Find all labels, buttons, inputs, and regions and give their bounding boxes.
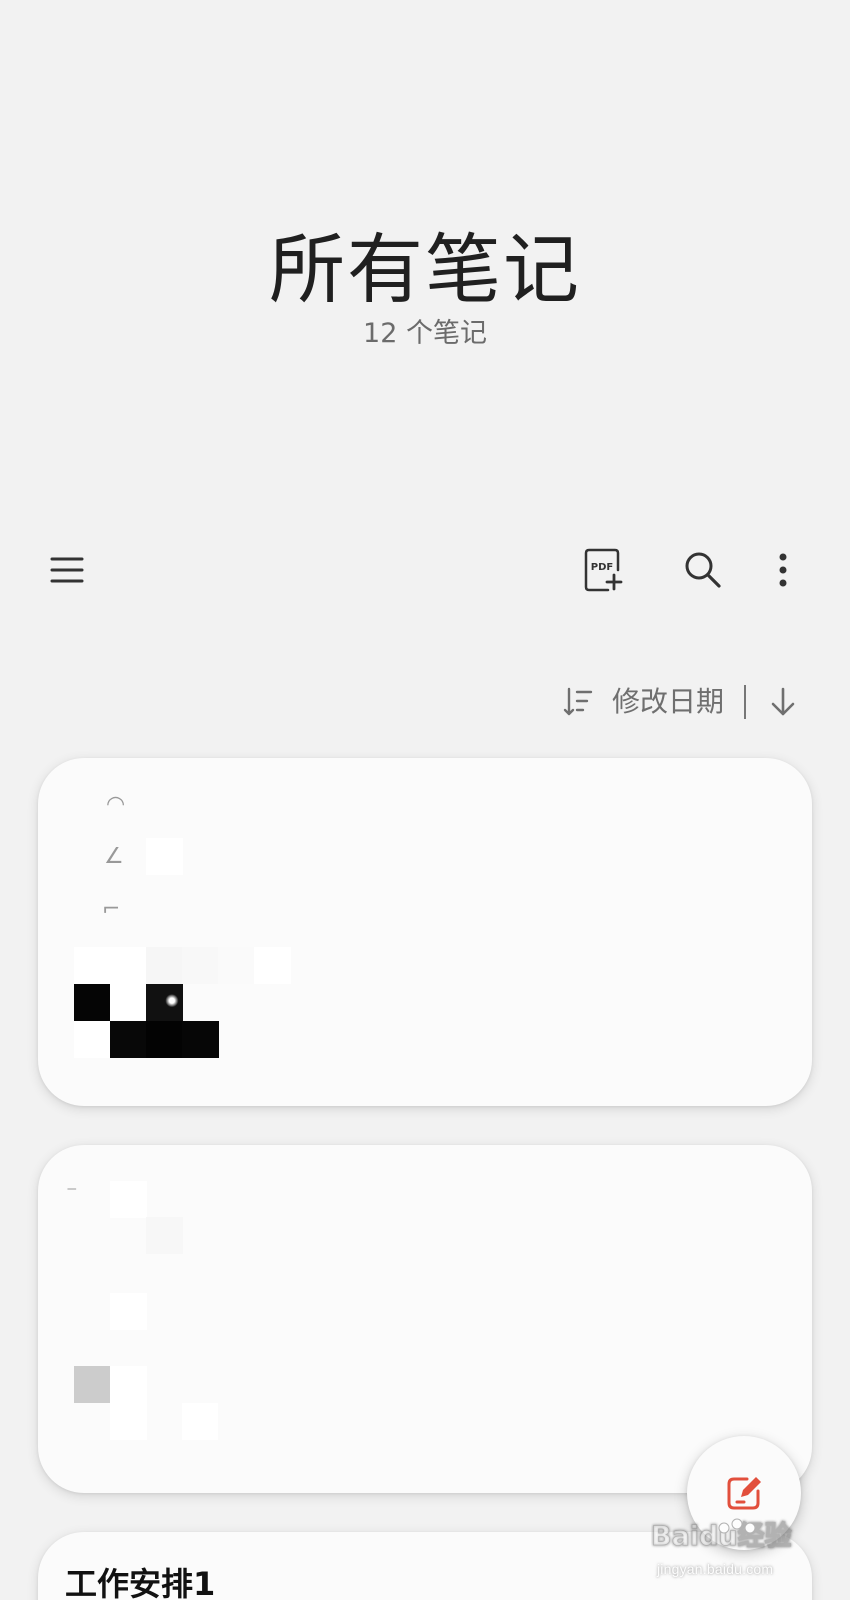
pixel-block <box>74 1366 111 1403</box>
pixel-block <box>146 1217 183 1254</box>
pixel-block <box>110 1021 147 1058</box>
sort-divider <box>744 685 746 719</box>
more-options-button[interactable] <box>754 541 812 599</box>
top-toolbar: PDF <box>0 535 850 605</box>
pixel-block <box>110 1181 147 1218</box>
page-title: 所有笔记 <box>269 225 581 314</box>
search-button[interactable] <box>674 541 732 599</box>
watermark-url: jingyan.baidu.com <box>657 1561 774 1577</box>
faint-mark: ⌐ <box>102 897 121 922</box>
pixel-block <box>218 1403 255 1440</box>
pixel-block <box>74 984 111 1021</box>
faint-mark: ⁻ <box>66 1181 78 1206</box>
pixel-block <box>218 947 255 984</box>
redacted-note-content: ⁻ <box>66 1181 314 1471</box>
pixel-block <box>254 947 291 984</box>
pixel-block <box>110 1403 147 1440</box>
note-title: 工作安排1 <box>65 1565 216 1600</box>
sort-bar: 修改日期 <box>560 680 800 724</box>
pixel-block <box>146 838 183 875</box>
note-count: 12 个笔记 <box>363 317 487 349</box>
pixel-block <box>110 1293 147 1330</box>
faint-mark: ∠ <box>104 844 124 869</box>
faint-mark: ◠ <box>106 792 126 817</box>
pixel-block <box>182 947 219 984</box>
pixel-block <box>182 1021 219 1058</box>
note-card-2[interactable]: ⁻ <box>38 1145 812 1493</box>
more-vertical-icon <box>779 553 787 587</box>
sort-field-label[interactable]: 修改日期 <box>612 688 724 716</box>
page-header: 所有笔记 12 个笔记 <box>0 230 850 350</box>
pixel-block <box>110 1366 147 1403</box>
pixel-block <box>74 947 111 984</box>
menu-button[interactable] <box>38 541 96 599</box>
pixel-block <box>146 947 183 984</box>
pixel-block <box>110 947 147 984</box>
pixel-block <box>146 984 183 1021</box>
sort-icon[interactable] <box>560 684 596 720</box>
pixel-block <box>74 1021 111 1058</box>
pdf-icon-label: PDF <box>591 562 613 573</box>
baidu-jingyan-logo: Baidu经验 <box>651 1518 792 1552</box>
pixel-block <box>182 1403 219 1440</box>
compose-icon <box>727 1477 761 1510</box>
pixel-block <box>146 1021 183 1058</box>
menu-icon <box>50 557 84 583</box>
import-pdf-button[interactable]: PDF <box>573 541 631 599</box>
pixel-block <box>110 984 147 1021</box>
baidu-jingyan-watermark: Baidu经验 jingyan.baidu.com <box>651 1516 821 1586</box>
search-icon <box>685 552 721 588</box>
pdf-import-icon: PDF <box>584 548 623 592</box>
arrow-down-icon[interactable] <box>766 685 800 719</box>
notes-home-screen: 所有笔记 12 个笔记 PDF 修改日期 ◠ ∠ ⌐ ⁻ 工作安排1 Baidu… <box>0 0 850 1600</box>
note-card-1[interactable]: ◠ ∠ ⌐ <box>38 758 812 1106</box>
redacted-note-content: ◠ ∠ ⌐ <box>74 794 314 1084</box>
